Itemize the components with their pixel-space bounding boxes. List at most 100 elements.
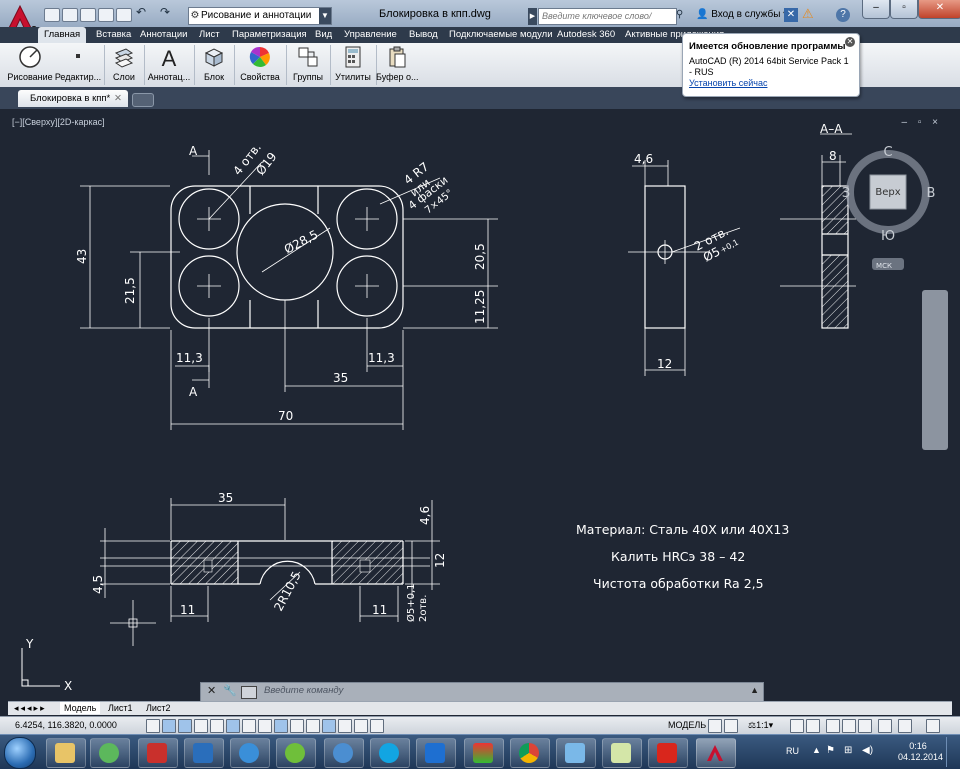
hole-dia-note: Ø5+0,1 bbox=[405, 583, 417, 622]
dim-text: 35 bbox=[218, 491, 233, 505]
taskbar-teamviewer[interactable] bbox=[416, 738, 456, 768]
workspace-switch-icon[interactable] bbox=[826, 719, 840, 733]
install-now-link[interactable]: Установить сейчас bbox=[689, 78, 767, 88]
infer-constraints-icon[interactable] bbox=[146, 719, 160, 733]
dim-text: 12 bbox=[657, 357, 672, 371]
tray-expand-icon[interactable]: ▲ bbox=[812, 745, 821, 755]
close-icon[interactable]: ✕ bbox=[207, 684, 216, 697]
taskbar-explorer[interactable] bbox=[46, 738, 86, 768]
taskbar-utorrent[interactable] bbox=[276, 738, 316, 768]
clock-date: 04.12.2014 bbox=[898, 752, 944, 762]
taskbar-app[interactable] bbox=[464, 738, 504, 768]
dim-text: 12 bbox=[433, 553, 447, 568]
dim-text: 4,6 bbox=[634, 152, 653, 166]
taskbar-icq[interactable] bbox=[90, 738, 130, 768]
dim-text: 8 bbox=[829, 149, 837, 163]
wrench-icon[interactable]: 🔧 bbox=[223, 684, 237, 697]
command-input[interactable]: Введите команду bbox=[264, 685, 343, 696]
radius-note: 2R10,5 bbox=[271, 569, 303, 613]
tab-model[interactable]: Модель bbox=[60, 702, 101, 714]
taskbar-kaspersky[interactable] bbox=[648, 738, 688, 768]
teamviewer-icon bbox=[425, 743, 445, 763]
hardening-note: Калить HRCэ 38 – 42 bbox=[611, 549, 745, 564]
ortho-icon[interactable] bbox=[194, 719, 208, 733]
ucs-x-label: X bbox=[64, 679, 72, 693]
dim-text: 35 bbox=[333, 371, 348, 385]
polar-icon[interactable] bbox=[210, 719, 224, 733]
taskbar-network[interactable] bbox=[556, 738, 596, 768]
taskbar-outlook[interactable] bbox=[184, 738, 224, 768]
lightbulb-icon[interactable] bbox=[898, 719, 912, 733]
3d-osnap-icon[interactable] bbox=[242, 719, 256, 733]
dim-text: 70 bbox=[278, 409, 293, 423]
quick-properties-icon[interactable] bbox=[338, 719, 352, 733]
quick-view-layouts-icon[interactable] bbox=[708, 719, 722, 733]
otrack-icon[interactable] bbox=[258, 719, 272, 733]
chevron-up-icon[interactable]: ▲ bbox=[750, 685, 759, 695]
command-line[interactable]: ✕ 🔧 Введите команду ▲ bbox=[200, 682, 764, 702]
isolate-objects-icon[interactable] bbox=[878, 719, 892, 733]
transparency-icon[interactable] bbox=[322, 719, 336, 733]
clean-screen-icon[interactable] bbox=[926, 719, 940, 733]
command-history-icon[interactable] bbox=[241, 686, 257, 699]
folder-icon bbox=[55, 743, 75, 763]
language-indicator[interactable]: RU bbox=[786, 746, 799, 756]
annotation-monitor-icon[interactable] bbox=[370, 719, 384, 733]
annotation-scale-value: 1:1 bbox=[756, 720, 769, 730]
osnap-icon[interactable] bbox=[226, 719, 240, 733]
plate-outline bbox=[170, 185, 404, 329]
taskbar-acrobat[interactable] bbox=[138, 738, 178, 768]
taskbar-browser[interactable] bbox=[324, 738, 364, 768]
network-icon bbox=[565, 743, 585, 763]
torrent-icon bbox=[285, 743, 305, 763]
annotation-scale[interactable]: ⚖1:1▾ bbox=[748, 720, 773, 731]
status-bar: 6.4254, 116.3820, 0.0000 МОДЕЛЬ ⚖1:1▾ bbox=[0, 716, 960, 735]
model-space-button[interactable]: МОДЕЛЬ bbox=[668, 720, 706, 730]
viewcube-east[interactable]: В bbox=[927, 186, 936, 201]
flag-icon[interactable]: ⚑ bbox=[826, 745, 835, 756]
dim-text: 11,3 bbox=[368, 351, 395, 365]
windows-taskbar: RU ▲ ⚑ ⊞ ◀) 0:16 04.12.2014 bbox=[0, 734, 960, 769]
ducs-icon[interactable] bbox=[274, 719, 288, 733]
selection-cycling-icon[interactable] bbox=[354, 719, 368, 733]
taskbar-autocad[interactable] bbox=[696, 738, 736, 768]
taskbar-chrome[interactable] bbox=[510, 738, 550, 768]
auto-scale-icon[interactable] bbox=[806, 719, 820, 733]
viewcube[interactable]: Верх С Ю В З МСК bbox=[842, 145, 936, 270]
quick-view-drawings-icon[interactable] bbox=[724, 719, 738, 733]
taskbar-skype[interactable] bbox=[370, 738, 410, 768]
navigation-bar[interactable] bbox=[922, 290, 948, 450]
close-icon[interactable]: ✕ bbox=[845, 37, 855, 47]
center-dia-note: Ø28,5 bbox=[282, 227, 321, 256]
pdf-icon bbox=[147, 743, 167, 763]
taskbar-notepad[interactable] bbox=[602, 738, 642, 768]
volume-icon[interactable]: ◀) bbox=[862, 745, 873, 756]
notification-body: AutoCAD (R) 2014 64bit Service Pack 1 - … bbox=[689, 56, 849, 77]
network-tray-icon[interactable]: ⊞ bbox=[844, 745, 852, 756]
layout-tab-bar: ◂◂◂▸▸ Модель Лист1 Лист2 bbox=[8, 701, 952, 715]
viewcube-top[interactable]: Верх bbox=[875, 187, 900, 198]
taskbar-ie[interactable] bbox=[230, 738, 270, 768]
ucs-menu[interactable]: МСК bbox=[876, 262, 892, 270]
update-notification: Имеется обновление программы AutoCAD (R)… bbox=[682, 33, 860, 97]
kaspersky-icon bbox=[657, 743, 677, 763]
viewcube-south[interactable]: Ю bbox=[881, 229, 895, 244]
tab-sheet1[interactable]: Лист1 bbox=[104, 702, 137, 714]
grid-icon[interactable] bbox=[178, 719, 192, 733]
viewcube-north[interactable]: С bbox=[883, 145, 892, 160]
dyn-icon[interactable] bbox=[290, 719, 304, 733]
system-clock[interactable]: 0:16 04.12.2014 bbox=[898, 741, 944, 763]
tab-sheet2[interactable]: Лист2 bbox=[142, 702, 175, 714]
viewcube-west[interactable]: З bbox=[842, 186, 850, 201]
skype-icon bbox=[379, 743, 399, 763]
notification-title: Имеется обновление программы bbox=[689, 41, 846, 52]
snap-icon[interactable] bbox=[162, 719, 176, 733]
hardware-accel-icon[interactable] bbox=[858, 719, 872, 733]
windows-start-button[interactable] bbox=[4, 737, 36, 769]
show-desktop-button[interactable] bbox=[946, 737, 959, 767]
layout-nav-arrows[interactable]: ◂◂◂▸▸ bbox=[10, 702, 51, 714]
lock-icon[interactable] bbox=[842, 719, 856, 733]
lineweight-icon[interactable] bbox=[306, 719, 320, 733]
annotation-visibility-icon[interactable] bbox=[790, 719, 804, 733]
app-icon bbox=[473, 743, 493, 763]
